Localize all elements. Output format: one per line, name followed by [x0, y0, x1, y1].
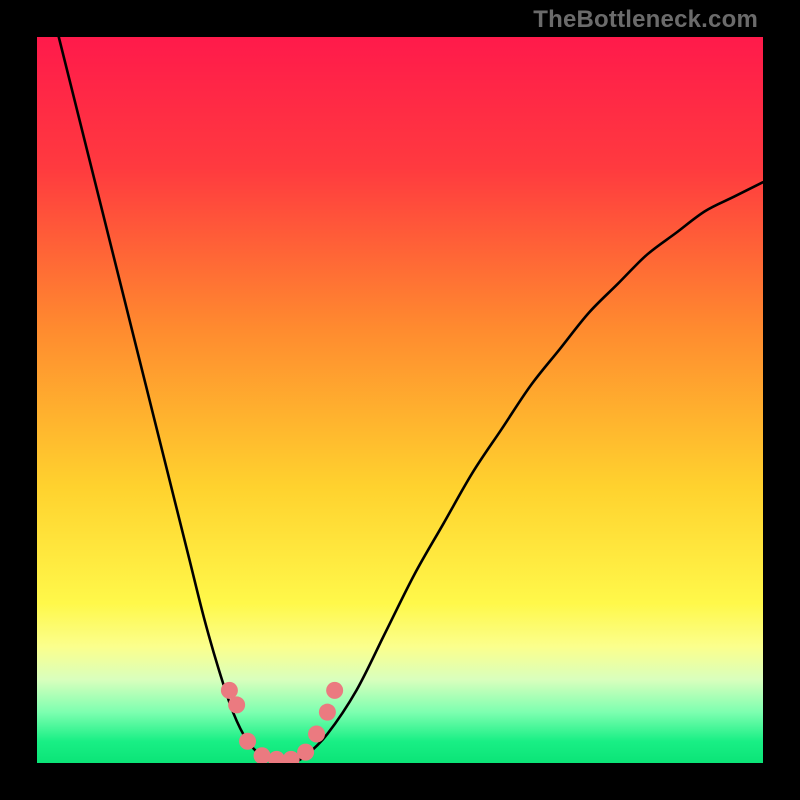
marker-dot	[268, 751, 285, 763]
chart-frame: TheBottleneck.com	[0, 0, 800, 800]
marker-dot	[283, 751, 300, 763]
bottleneck-markers	[221, 682, 343, 763]
marker-dot	[319, 704, 336, 721]
marker-dot	[239, 733, 256, 750]
marker-dot	[221, 682, 238, 699]
chart-curve-layer	[37, 37, 763, 763]
plot-area	[37, 37, 763, 763]
marker-dot	[228, 696, 245, 713]
bottleneck-curve	[59, 37, 763, 763]
marker-dot	[326, 682, 343, 699]
marker-dot	[297, 744, 314, 761]
watermark-text: TheBottleneck.com	[533, 6, 758, 34]
marker-dot	[308, 725, 325, 742]
